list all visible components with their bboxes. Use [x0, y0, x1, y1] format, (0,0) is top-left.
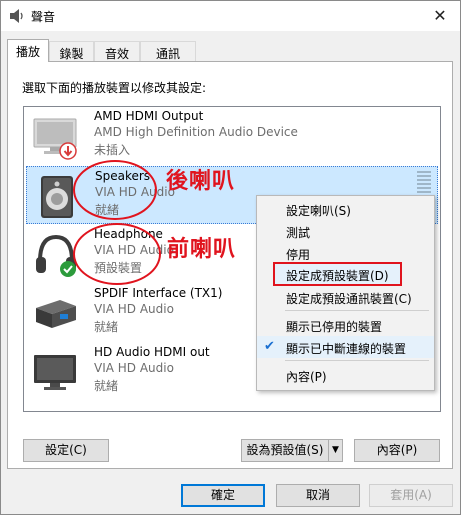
close-button[interactable]: ✕: [420, 1, 460, 31]
device-name: SPDIF Interface (TX1): [94, 286, 223, 300]
menu-item-set-default-comm[interactable]: 設定成預設通訊裝置(C): [257, 286, 434, 308]
menu-item-set-default[interactable]: 設定成預設裝置(D): [273, 262, 402, 286]
menu-item-label: 內容(P): [286, 370, 327, 384]
menu-separator: [285, 310, 429, 311]
device-status: 就緒: [94, 379, 119, 393]
cancel-button[interactable]: 取消: [276, 484, 360, 507]
menu-separator: [285, 360, 429, 361]
menu-item-show-disabled[interactable]: 顯示已停用的裝置: [257, 314, 434, 336]
chevron-down-icon: ▼: [332, 445, 339, 455]
set-default-dropdown[interactable]: ▼: [328, 439, 343, 462]
device-status: 未插入: [94, 143, 131, 157]
menu-item-show-disconnected[interactable]: ✔ 顯示已中斷連線的裝置: [257, 336, 434, 358]
window-title: 聲音: [31, 10, 56, 24]
monitor-icon: [33, 118, 77, 160]
menu-item-label: 顯示已中斷連線的裝置: [286, 342, 407, 356]
menu-item-label: 顯示已停用的裝置: [286, 320, 383, 334]
menu-item-label: 測試: [286, 226, 311, 240]
device-item-amd-hdmi[interactable]: AMD HDMI Output AMD High Definition Audi…: [26, 107, 438, 165]
properties-button[interactable]: 內容(P): [354, 439, 440, 462]
spdif-icon: [36, 300, 76, 328]
tab-recording[interactable]: 錄製: [49, 41, 94, 61]
apply-button[interactable]: 套用(A): [369, 484, 453, 507]
configure-button[interactable]: 設定(C): [23, 439, 109, 462]
speaker-app-icon: [10, 9, 23, 23]
device-description: VIA HD Audio: [94, 302, 174, 316]
monitor-icon: [34, 355, 76, 390]
menu-item-disable[interactable]: 停用: [257, 242, 434, 264]
title-bar: 聲音 ✕: [1, 1, 460, 31]
set-default-button[interactable]: 設為預設值(S): [241, 439, 329, 462]
device-name: AMD HDMI Output: [94, 109, 204, 123]
annotation-circle-speakers: [73, 160, 157, 220]
menu-item-test[interactable]: 測試: [257, 220, 434, 242]
instructions-text: 選取下面的播放裝置以修改其設定:: [22, 81, 207, 95]
sound-dialog: 聲音 ✕ 播放 錄製 音效 通訊 選取下面的播放裝置以修改其設定: AMD HD…: [0, 0, 461, 515]
device-description: AMD High Definition Audio Device: [94, 125, 298, 139]
menu-item-configure-speakers[interactable]: 設定喇叭(S): [257, 198, 434, 220]
device-name: HD Audio HDMI out: [94, 345, 210, 359]
annotation-front-speaker: 前喇叭: [167, 237, 237, 262]
menu-item-properties[interactable]: 內容(P): [257, 364, 434, 386]
menu-item-label: 設定成預設通訊裝置(C): [286, 292, 412, 306]
close-icon: ✕: [433, 6, 447, 25]
device-status: 就緒: [94, 320, 119, 334]
tab-communications[interactable]: 通訊: [140, 41, 196, 61]
device-description: VIA HD Audio: [94, 361, 174, 375]
annotation-circle-headphone: [73, 223, 161, 285]
menu-item-label: 設定喇叭(S): [286, 204, 351, 218]
menu-item-label: 停用: [286, 248, 311, 262]
tab-sounds[interactable]: 音效: [94, 41, 140, 61]
annotation-rear-speaker: 後喇叭: [166, 169, 236, 194]
context-menu: 設定喇叭(S) 測試 停用 設定成預設裝置(D) 設定成預設通訊裝置(C) 顯示…: [256, 195, 435, 391]
tab-playback[interactable]: 播放: [7, 39, 49, 62]
checkmark-icon: ✔: [264, 339, 275, 354]
menu-item-label: 設定成預設裝置(D): [286, 269, 389, 283]
ok-button[interactable]: 確定: [181, 484, 265, 507]
